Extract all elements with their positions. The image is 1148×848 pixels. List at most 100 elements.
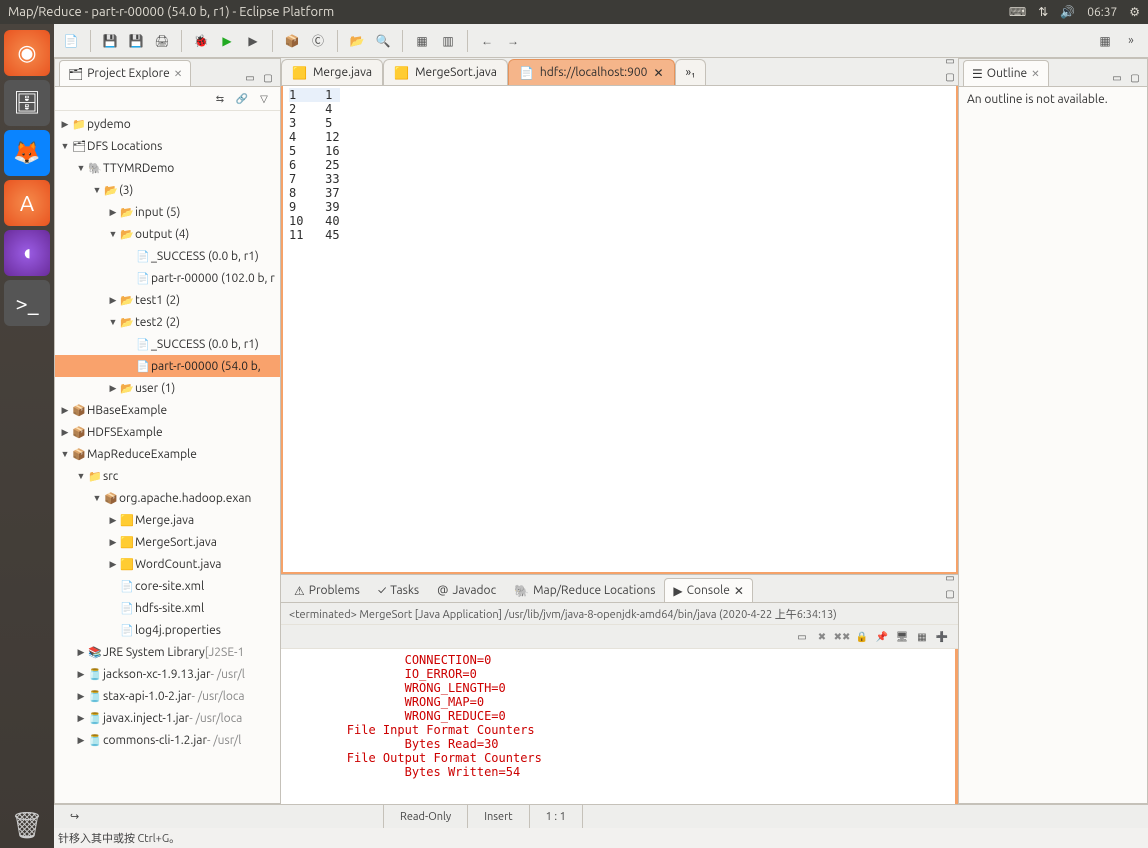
firefox-icon[interactable]: 🦊 <box>4 130 50 176</box>
bottom-tab-map-reduce-locations[interactable]: 🐘Map/Reduce Locations <box>505 578 664 602</box>
tree-item[interactable]: ▶🫙stax-api-1.0-2.jar - /usr/loca <box>55 685 280 707</box>
back-button[interactable]: ← <box>476 30 498 52</box>
minimize-icon[interactable]: ▭ <box>1109 70 1125 86</box>
tree-item[interactable]: ▶📁pydemo <box>55 113 280 135</box>
tree-item[interactable]: ▼📦org.apache.hadoop.exan <box>55 487 280 509</box>
print-button[interactable]: 🖨 <box>151 30 173 52</box>
run-last-button[interactable]: ▶ <box>242 30 264 52</box>
maximize-icon[interactable]: ▢ <box>260 70 276 86</box>
twist-icon[interactable]: ▼ <box>107 229 119 239</box>
twist-icon[interactable]: ▶ <box>107 383 119 394</box>
save-all-button[interactable]: 💾 <box>125 30 147 52</box>
twist-icon[interactable]: ▶ <box>59 405 71 416</box>
tree-item[interactable]: ▶📂test1 (2) <box>55 289 280 311</box>
pin-icon[interactable]: 📌 <box>874 629 890 645</box>
twist-icon[interactable]: ▶ <box>107 515 119 526</box>
new-console-icon[interactable]: ➕ <box>934 629 950 645</box>
close-icon[interactable]: ✕ <box>734 584 744 598</box>
bottom-tab-tasks[interactable]: ✓Tasks <box>369 578 428 602</box>
bottom-tab-problems[interactable]: ⚠Problems <box>285 578 369 602</box>
project-tree[interactable]: ▶📁pydemo▼🗂DFS Locations▼🐘TTYMRDemo▼📂(3)▶… <box>55 111 280 803</box>
scroll-lock-icon[interactable]: 🔒 <box>854 629 870 645</box>
remove-launch-icon[interactable]: ▭ <box>794 629 810 645</box>
debug-button[interactable]: 🐞 <box>190 30 212 52</box>
new-button[interactable]: 📄 <box>60 30 82 52</box>
twist-icon[interactable]: ▶ <box>107 559 119 570</box>
tree-item[interactable]: ▶🟨Merge.java <box>55 509 280 531</box>
tree-item[interactable]: ▼📦MapReduceExample <box>55 443 280 465</box>
tree-item[interactable]: ▶📦HBaseExample <box>55 399 280 421</box>
maximize-icon[interactable]: ▢ <box>942 586 958 602</box>
tree-item[interactable]: ▶🟨WordCount.java <box>55 553 280 575</box>
remove-all-icon[interactable]: ✖ <box>814 629 830 645</box>
maximize-icon[interactable]: ▢ <box>1127 70 1143 86</box>
tree-item[interactable]: ▼📁src <box>55 465 280 487</box>
quick-access-button[interactable]: » <box>1120 30 1142 52</box>
twist-icon[interactable]: ▶ <box>59 427 71 438</box>
minimize-icon[interactable]: ▭ <box>242 70 258 86</box>
outline-tab[interactable]: ☰ Outline ✕ <box>963 60 1049 86</box>
tree-item[interactable]: ▼🐘TTYMRDemo <box>55 157 280 179</box>
twist-icon[interactable]: ▶ <box>75 669 87 680</box>
twist-icon[interactable]: ▼ <box>91 493 103 503</box>
trash-icon[interactable]: 🗑 <box>4 802 50 848</box>
editor-body[interactable]: 1 12 43 54 125 166 257 338 379 3910 4011… <box>281 86 958 574</box>
twist-icon[interactable]: ▶ <box>107 537 119 548</box>
forward-button[interactable]: → <box>502 30 524 52</box>
twist-icon[interactable]: ▼ <box>107 317 119 327</box>
twist-icon[interactable]: ▼ <box>75 163 87 173</box>
close-icon[interactable]: ✕ <box>1031 68 1039 80</box>
terminal-icon[interactable]: >_ <box>4 280 50 326</box>
minimize-icon[interactable]: ▭ <box>942 53 958 69</box>
twist-icon[interactable]: ▶ <box>75 713 87 724</box>
tree-item[interactable]: 📄core-site.xml <box>55 575 280 597</box>
tree-item[interactable]: ▶📦HDFSExample <box>55 421 280 443</box>
dash-icon[interactable]: ◉ <box>4 30 50 76</box>
maximize-icon[interactable]: ▢ <box>942 69 958 85</box>
save-button[interactable]: 💾 <box>99 30 121 52</box>
tree-item[interactable]: 📄hdfs-site.xml <box>55 597 280 619</box>
tree-item[interactable]: ▼🗂DFS Locations <box>55 135 280 157</box>
tree-item[interactable]: ▼📂output (4) <box>55 223 280 245</box>
collapse-all-icon[interactable]: ⇆ <box>212 91 228 107</box>
twist-icon[interactable]: ▶ <box>75 735 87 746</box>
editor-tab[interactable]: 🟨Merge.java <box>281 59 383 85</box>
bottom-tab-javadoc[interactable]: @Javadoc <box>428 578 505 602</box>
perspective-button[interactable]: ▦ <box>1094 30 1116 52</box>
new-class-button[interactable]: Ⓒ <box>307 30 329 52</box>
twist-icon[interactable]: ▶ <box>107 295 119 306</box>
tree-item[interactable]: 📄_SUCCESS (0.0 b, r1) <box>55 333 280 355</box>
network-icon[interactable]: ⇅ <box>1038 5 1048 19</box>
toggle-breadcrumb-button[interactable]: ▦ <box>411 30 433 52</box>
tree-item[interactable]: 📄_SUCCESS (0.0 b, r1) <box>55 245 280 267</box>
editor-tab[interactable]: 🟨MergeSort.java <box>383 59 508 85</box>
link-editor-icon[interactable]: 🔗 <box>234 91 250 107</box>
tree-item[interactable]: ▶🟨MergeSort.java <box>55 531 280 553</box>
clock[interactable]: 06:37 <box>1087 6 1117 19</box>
editor-tab[interactable]: »₁ <box>675 59 707 85</box>
twist-icon[interactable]: ▶ <box>107 207 119 218</box>
tree-item[interactable]: ▶🫙jackson-xc-1.9.13.jar - /usr/l <box>55 663 280 685</box>
tree-item[interactable]: 📄part-r-00000 (102.0 b, r <box>55 267 280 289</box>
run-button[interactable]: ▶ <box>216 30 238 52</box>
view-menu-icon[interactable]: ▽ <box>256 91 272 107</box>
tree-item[interactable]: 📄log4j.properties <box>55 619 280 641</box>
twist-icon[interactable]: ▶ <box>75 647 87 658</box>
twist-icon[interactable]: ▼ <box>75 471 87 481</box>
sound-icon[interactable]: 🔊 <box>1060 5 1075 19</box>
display-icon[interactable]: 🖥 <box>894 629 910 645</box>
eclipse-icon[interactable]: ◖ <box>4 230 50 276</box>
open-console-icon[interactable]: ▦ <box>914 629 930 645</box>
close-icon[interactable]: ✕ <box>174 68 182 80</box>
twist-icon[interactable]: ▶ <box>75 691 87 702</box>
new-package-button[interactable]: 📦 <box>281 30 303 52</box>
tree-item[interactable]: ▼📂(3) <box>55 179 280 201</box>
gear-icon[interactable]: ⚙ <box>1129 5 1140 19</box>
project-explorer-tab[interactable]: 🗂 Project Explore ✕ <box>59 60 191 86</box>
close-icon[interactable]: ✕ <box>653 66 663 80</box>
tree-item[interactable]: ▼📂test2 (2) <box>55 311 280 333</box>
tree-item[interactable]: ▶📂input (5) <box>55 201 280 223</box>
tree-item[interactable]: ▶📚JRE System Library[J2SE-1 <box>55 641 280 663</box>
open-type-button[interactable]: 📂 <box>346 30 368 52</box>
twist-icon[interactable]: ▼ <box>91 185 103 195</box>
